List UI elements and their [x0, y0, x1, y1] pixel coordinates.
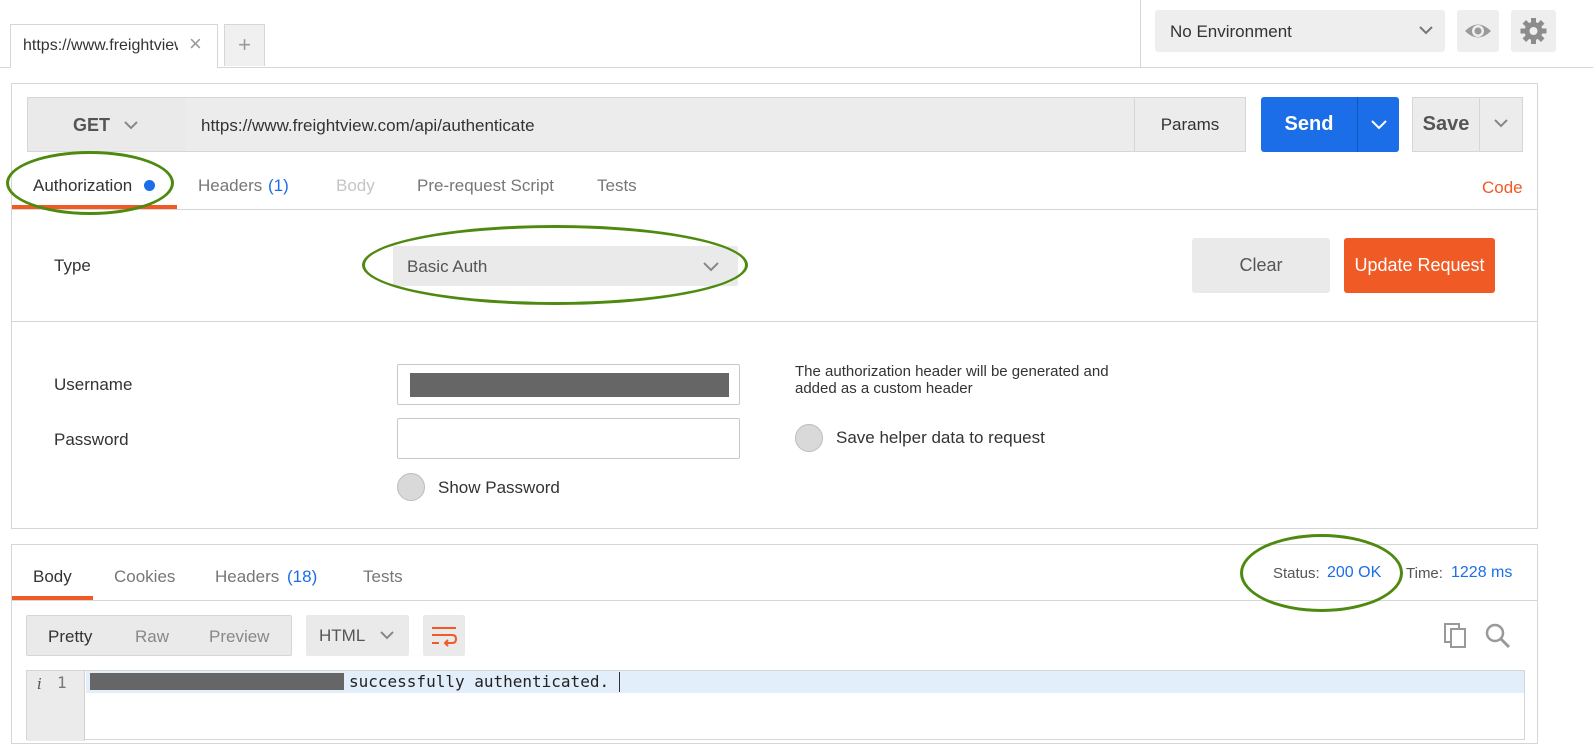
view-raw-button[interactable]: Raw — [135, 627, 169, 647]
response-tab-body[interactable]: Body — [33, 567, 72, 587]
divider — [1140, 0, 1141, 68]
search-icon[interactable] — [1483, 621, 1513, 651]
chevron-down-icon — [124, 121, 138, 130]
chevron-down-icon — [1494, 119, 1508, 128]
wrap-lines-icon — [432, 627, 458, 647]
divider — [12, 209, 1537, 210]
tab-tests[interactable]: Tests — [597, 176, 637, 196]
divider — [12, 321, 1537, 322]
redacted-value — [90, 673, 344, 690]
response-editor[interactable]: i 1 successfully authenticated. — [26, 670, 1525, 741]
generate-code-link[interactable]: Code — [1482, 178, 1523, 198]
request-tab[interactable]: https://www.freightview.com/api/authenti… — [10, 24, 218, 68]
save-helper-label: Save helper data to request — [836, 428, 1045, 447]
wrap-lines-button[interactable] — [423, 615, 465, 656]
view-preview-button[interactable]: Preview — [209, 627, 269, 647]
send-dropdown-button[interactable] — [1357, 97, 1399, 152]
tab-prerequest-script[interactable]: Pre-request Script — [417, 176, 554, 196]
save-helper-toggle[interactable] — [795, 424, 823, 452]
show-password-label: Show Password — [438, 478, 560, 497]
environment-select[interactable]: No Environment — [1155, 10, 1445, 52]
format-label: HTML — [319, 626, 366, 645]
url-text: https://www.freightview.com/api/authenti… — [201, 116, 535, 135]
redacted-value — [410, 373, 729, 397]
close-icon[interactable]: × — [189, 33, 202, 55]
url-input[interactable]: https://www.freightview.com/api/authenti… — [186, 97, 1135, 152]
method-label: GET — [73, 115, 111, 135]
show-password-toggle[interactable] — [397, 473, 425, 501]
save-button[interactable]: Save — [1412, 97, 1480, 152]
environment-label: No Environment — [1170, 22, 1292, 41]
method-select[interactable]: GET — [27, 97, 187, 152]
response-body-text: successfully authenticated. — [349, 672, 610, 691]
auth-header-note: The authorization header will be generat… — [795, 363, 1109, 397]
password-field[interactable] — [397, 418, 740, 459]
annotation-ellipse-authorization — [6, 151, 174, 215]
update-request-button[interactable]: Update Request — [1344, 238, 1495, 293]
send-button[interactable]: Send — [1261, 97, 1357, 152]
time-value: 1228 ms — [1451, 564, 1513, 581]
editor-gutter: i 1 — [27, 671, 85, 741]
gear-icon — [1520, 18, 1547, 44]
top-bar: https://www.freightview.com/api/authenti… — [0, 0, 1593, 68]
time-label: Time: — [1406, 565, 1443, 582]
username-label: Username — [54, 375, 133, 394]
response-headers-count-badge: (18) — [287, 567, 318, 586]
annotation-ellipse-auth-type — [362, 225, 748, 305]
save-dropdown-button[interactable] — [1479, 97, 1523, 152]
tab-headers[interactable]: Headers — [198, 176, 262, 196]
environment-quick-look-button[interactable] — [1457, 10, 1499, 52]
copy-icon[interactable] — [1441, 620, 1471, 650]
plus-icon: + — [238, 32, 251, 57]
line-number: 1 — [57, 673, 67, 692]
password-label: Password — [54, 430, 129, 449]
response-tab-tests[interactable]: Tests — [363, 567, 403, 587]
username-field[interactable] — [397, 364, 740, 405]
tab-body[interactable]: Body — [336, 176, 375, 196]
auth-type-label: Type — [54, 256, 91, 275]
text-cursor — [619, 672, 620, 692]
request-tab-label: https://www.freightview.com/api/authenti… — [23, 37, 178, 54]
info-icon: i — [37, 675, 42, 693]
chevron-down-icon — [1419, 26, 1433, 35]
response-tab-cookies[interactable]: Cookies — [114, 567, 175, 587]
clear-button[interactable]: Clear — [1192, 238, 1330, 293]
response-tab-headers[interactable]: Headers — [215, 567, 279, 587]
manage-environments-button[interactable] — [1511, 10, 1556, 52]
chevron-down-icon — [380, 631, 394, 640]
chevron-down-icon — [1371, 120, 1387, 130]
annotation-ellipse-status — [1240, 534, 1403, 612]
eye-icon — [1465, 24, 1491, 38]
view-pretty-button[interactable]: Pretty — [48, 627, 92, 647]
format-select[interactable]: HTML — [306, 615, 409, 656]
new-tab-button[interactable]: + — [224, 24, 265, 66]
headers-count-badge: (1) — [268, 176, 289, 195]
params-button[interactable]: Params — [1134, 97, 1246, 152]
